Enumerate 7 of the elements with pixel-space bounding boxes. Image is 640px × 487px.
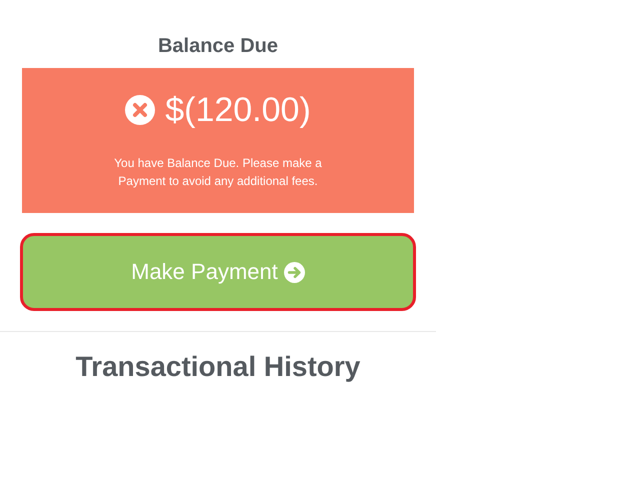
arrow-circle-icon bbox=[284, 262, 305, 282]
close-circle-icon bbox=[125, 95, 156, 125]
make-payment-button[interactable]: Make Payment bbox=[20, 233, 416, 311]
balance-amount: $(120.00) bbox=[165, 90, 311, 130]
history-title: Transactional History bbox=[76, 350, 360, 384]
balance-message: You have Balance Due. Please make a Payment to avoid any additional fees. bbox=[113, 155, 323, 190]
balance-title: Balance Due bbox=[158, 34, 278, 58]
